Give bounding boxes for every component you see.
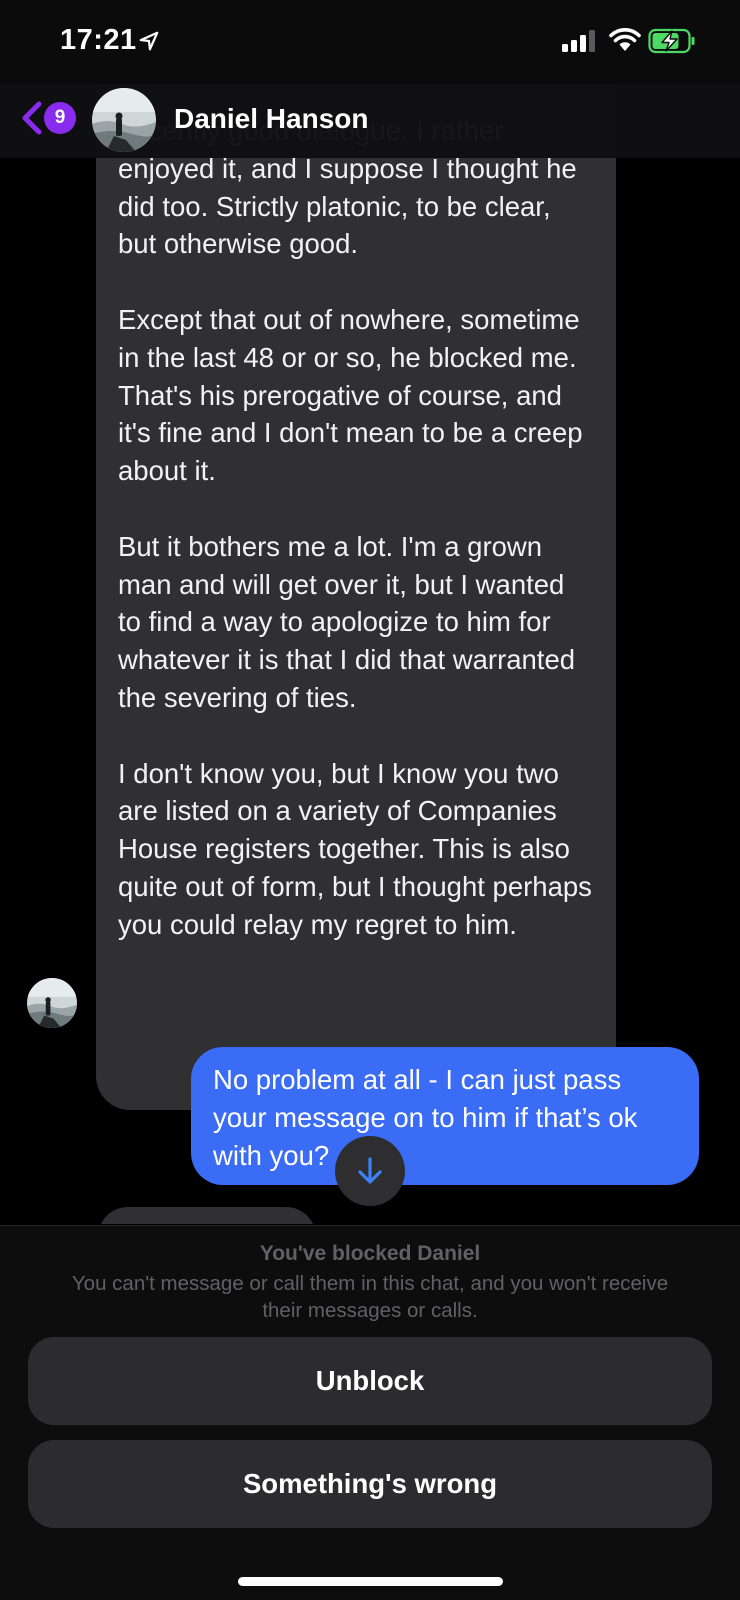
something-wrong-button[interactable]: Something's wrong [28,1440,712,1528]
back-button[interactable]: 9 [20,98,80,138]
incoming-message-bubble[interactable]: decently good dialogue. I rather enjoyed… [96,84,616,1110]
message-paragraph: But it bothers me a lot. I'm a grown man… [118,530,576,713]
message-list[interactable]: decently good dialogue. I rather enjoyed… [0,84,740,1224]
battery-charging-icon [648,28,695,54]
blocked-title: You've blocked Daniel [259,1242,481,1265]
arrow-down-icon [358,1157,382,1184]
status-bar: 17:21 [0,0,740,84]
blocked-description: You can't message or call them in this c… [71,1272,669,1322]
unblock-button[interactable]: Unblock [28,1337,712,1425]
unread-count-badge: 9 [44,102,76,134]
incoming-message-bubble[interactable] [98,1207,316,1224]
blocked-panel: You've blocked Daniel You can't message … [0,1225,740,1600]
status-time: 17:21 [60,24,137,56]
message-paragraph: I don't know you, but I know you two are… [118,757,592,940]
sender-avatar[interactable] [27,978,77,1028]
scroll-to-bottom-button[interactable] [335,1136,405,1206]
cell-signal-icon [562,30,595,52]
outgoing-message-bubble[interactable]: No problem at all - I can just pass your… [191,1047,699,1185]
wifi-icon [609,28,641,51]
contact-name[interactable]: Daniel Hanson [174,103,368,135]
chat-header: 9 Daniel Hanson [0,84,740,158]
avatar-image [92,88,156,152]
home-indicator[interactable] [238,1577,503,1586]
outgoing-message-text: No problem at all - I can just pass your… [213,1064,638,1171]
location-arrow-icon [139,31,159,51]
chevron-left-icon [22,101,42,135]
avatar-image [27,978,77,1028]
message-paragraph: Except that out of nowhere, sometime in … [118,303,583,487]
contact-avatar[interactable] [92,88,156,152]
